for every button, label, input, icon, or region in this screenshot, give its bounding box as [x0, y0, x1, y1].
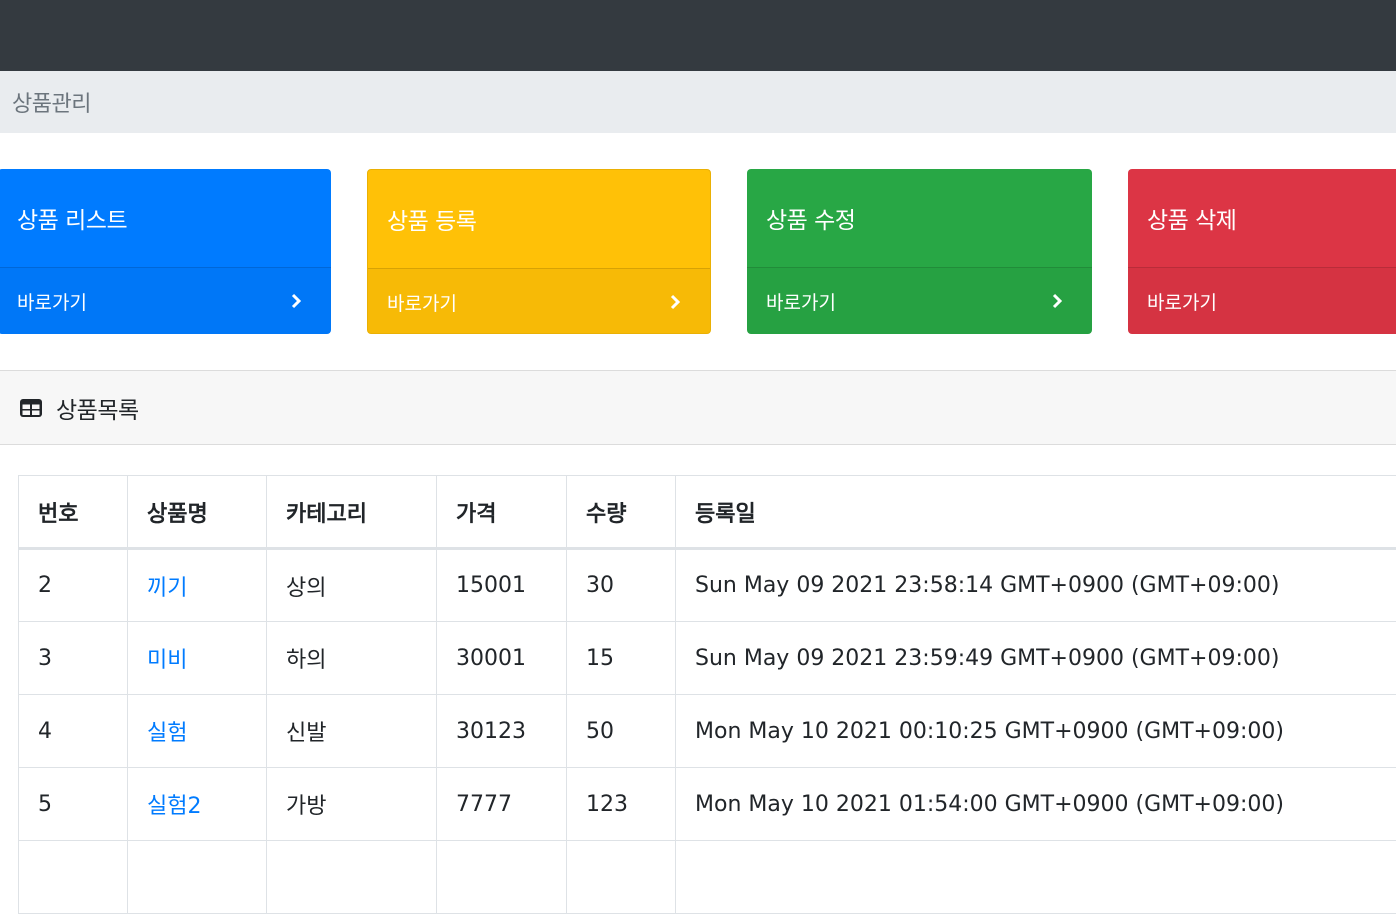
- cell-name: 실험2: [128, 768, 267, 841]
- card-title: 상품 수정: [747, 169, 1092, 267]
- cell-name: 미비: [128, 622, 267, 695]
- cell-price: 30001: [437, 622, 567, 695]
- section-title: 상품목록: [56, 391, 139, 425]
- page-title: 상품관리: [12, 86, 91, 118]
- card-title: 상품 리스트: [0, 169, 331, 267]
- card-link-label: 바로가기: [766, 288, 836, 315]
- product-link[interactable]: 실험2: [147, 794, 201, 819]
- table-header-row: 번호 상품명 카테고리 가격 수량 등록일: [19, 476, 1396, 549]
- column-header[interactable]: 가격: [437, 476, 567, 549]
- cell-category: [267, 841, 437, 914]
- cell-quantity: 123: [567, 768, 676, 841]
- card-link-product-edit[interactable]: 바로가기: [747, 267, 1092, 334]
- cell-date: Sun May 09 2021 23:58:14 GMT+0900 (GMT+0…: [676, 549, 1396, 622]
- cell-category: 하의: [267, 622, 437, 695]
- table-row: [19, 841, 1396, 914]
- card-product-edit: 상품 수정 바로가기: [747, 169, 1092, 334]
- cell-date: Mon May 10 2021 00:10:25 GMT+0900 (GMT+0…: [676, 695, 1396, 768]
- column-header[interactable]: 카테고리: [267, 476, 437, 549]
- cell-id: 4: [19, 695, 128, 768]
- cell-quantity: 30: [567, 549, 676, 622]
- card-link-product-delete[interactable]: 바로가기: [1128, 267, 1396, 334]
- product-table: 번호 상품명 카테고리 가격 수량 등록일 2 끼기 상의 15001 30 S…: [18, 475, 1396, 914]
- cell-name: [128, 841, 267, 914]
- table-row: 2 끼기 상의 15001 30 Sun May 09 2021 23:58:1…: [19, 549, 1396, 622]
- card-title: 상품 삭제: [1128, 169, 1396, 267]
- card-product-list: 상품 리스트 바로가기: [0, 169, 331, 334]
- card-title: 상품 등록: [368, 170, 710, 268]
- cell-quantity: 15: [567, 622, 676, 695]
- card-product-delete: 상품 삭제 바로가기: [1128, 169, 1396, 334]
- chevron-right-icon: [289, 292, 303, 310]
- card-link-product-list[interactable]: 바로가기: [0, 267, 331, 334]
- cell-quantity: [567, 841, 676, 914]
- cell-id: 5: [19, 768, 128, 841]
- cell-date: Mon May 10 2021 01:54:00 GMT+0900 (GMT+0…: [676, 768, 1396, 841]
- top-navbar: [0, 0, 1396, 71]
- column-header[interactable]: 번호: [19, 476, 128, 549]
- cell-price: 7777: [437, 768, 567, 841]
- card-link-label: 바로가기: [387, 289, 457, 316]
- table-row: 5 실험2 가방 7777 123 Mon May 10 2021 01:54:…: [19, 768, 1396, 841]
- cell-price: [437, 841, 567, 914]
- product-link[interactable]: 미비: [147, 648, 187, 673]
- cell-category: 신발: [267, 695, 437, 768]
- cell-category: 가방: [267, 768, 437, 841]
- cell-id: 2: [19, 549, 128, 622]
- cell-id: 3: [19, 622, 128, 695]
- card-link-label: 바로가기: [17, 288, 87, 315]
- card-product-register: 상품 등록 바로가기: [367, 169, 711, 334]
- cell-category: 상의: [267, 549, 437, 622]
- table-icon: [19, 398, 43, 418]
- table-row: 4 실험 신발 30123 50 Mon May 10 2021 00:10:2…: [19, 695, 1396, 768]
- cell-name: 끼기: [128, 549, 267, 622]
- cell-price: 30123: [437, 695, 567, 768]
- cell-quantity: 50: [567, 695, 676, 768]
- chevron-right-icon: [668, 293, 682, 311]
- cell-name: 실험: [128, 695, 267, 768]
- product-link[interactable]: 실험: [147, 721, 187, 746]
- column-header[interactable]: 등록일: [676, 476, 1396, 549]
- card-link-product-register[interactable]: 바로가기: [368, 268, 710, 334]
- table-row: 3 미비 하의 30001 15 Sun May 09 2021 23:59:4…: [19, 622, 1396, 695]
- chevron-right-icon: [1050, 292, 1064, 310]
- cell-date: [676, 841, 1396, 914]
- card-link-label: 바로가기: [1147, 288, 1217, 315]
- product-link[interactable]: 끼기: [147, 576, 187, 601]
- cell-price: 15001: [437, 549, 567, 622]
- product-list-header: 상품목록: [0, 370, 1396, 445]
- cell-id: [19, 841, 128, 914]
- cell-date: Sun May 09 2021 23:59:49 GMT+0900 (GMT+0…: [676, 622, 1396, 695]
- column-header[interactable]: 수량: [567, 476, 676, 549]
- column-header[interactable]: 상품명: [128, 476, 267, 549]
- breadcrumb: 상품관리: [0, 71, 1396, 133]
